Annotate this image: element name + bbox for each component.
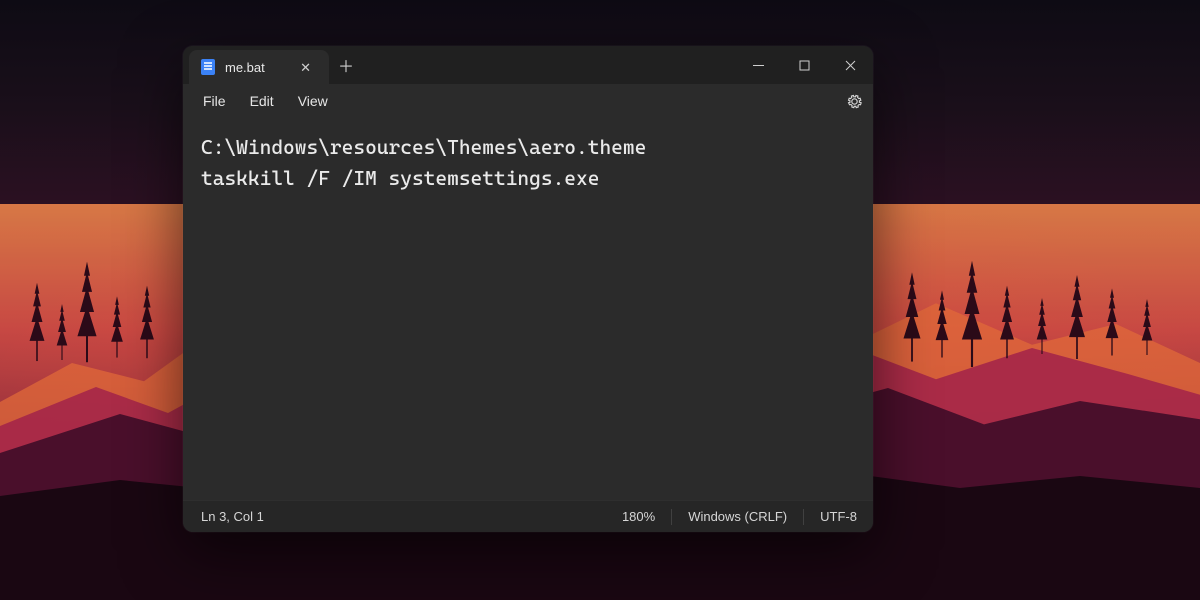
status-cursor-position[interactable]: Ln 3, Col 1 — [201, 501, 280, 532]
editor-text-area[interactable]: C:\Windows\resources\Themes\aero.theme t… — [183, 118, 873, 500]
maximize-icon — [799, 60, 810, 71]
menubar: File Edit View — [183, 84, 873, 118]
editor-line: taskkill /F /IM systemsettings.exe — [201, 166, 599, 190]
notepad-window: me.bat ✕ ＋ File Edit View — [183, 46, 873, 532]
status-encoding[interactable]: UTF-8 — [804, 501, 857, 532]
titlebar-drag-region[interactable] — [363, 46, 735, 84]
menu-view[interactable]: View — [288, 88, 338, 114]
statusbar: Ln 3, Col 1 180% Windows (CRLF) UTF-8 — [183, 500, 873, 532]
maximize-button[interactable] — [781, 46, 827, 84]
minimize-icon — [753, 60, 764, 71]
gear-icon — [846, 93, 863, 110]
document-icon — [201, 59, 215, 75]
menu-file[interactable]: File — [193, 88, 236, 114]
new-tab-button[interactable]: ＋ — [329, 46, 363, 84]
close-button[interactable] — [827, 46, 873, 84]
close-icon — [845, 60, 856, 71]
status-zoom[interactable]: 180% — [606, 501, 671, 532]
tab-close-button[interactable]: ✕ — [296, 57, 315, 78]
editor-line: C:\Windows\resources\Themes\aero.theme — [201, 135, 646, 159]
minimize-button[interactable] — [735, 46, 781, 84]
settings-button[interactable] — [846, 93, 863, 110]
tab-active[interactable]: me.bat ✕ — [189, 50, 329, 84]
menu-edit[interactable]: Edit — [240, 88, 284, 114]
desktop-wallpaper: me.bat ✕ ＋ File Edit View — [0, 0, 1200, 600]
tab-title: me.bat — [225, 60, 265, 75]
status-line-endings[interactable]: Windows (CRLF) — [672, 501, 803, 532]
titlebar[interactable]: me.bat ✕ ＋ — [183, 46, 873, 84]
